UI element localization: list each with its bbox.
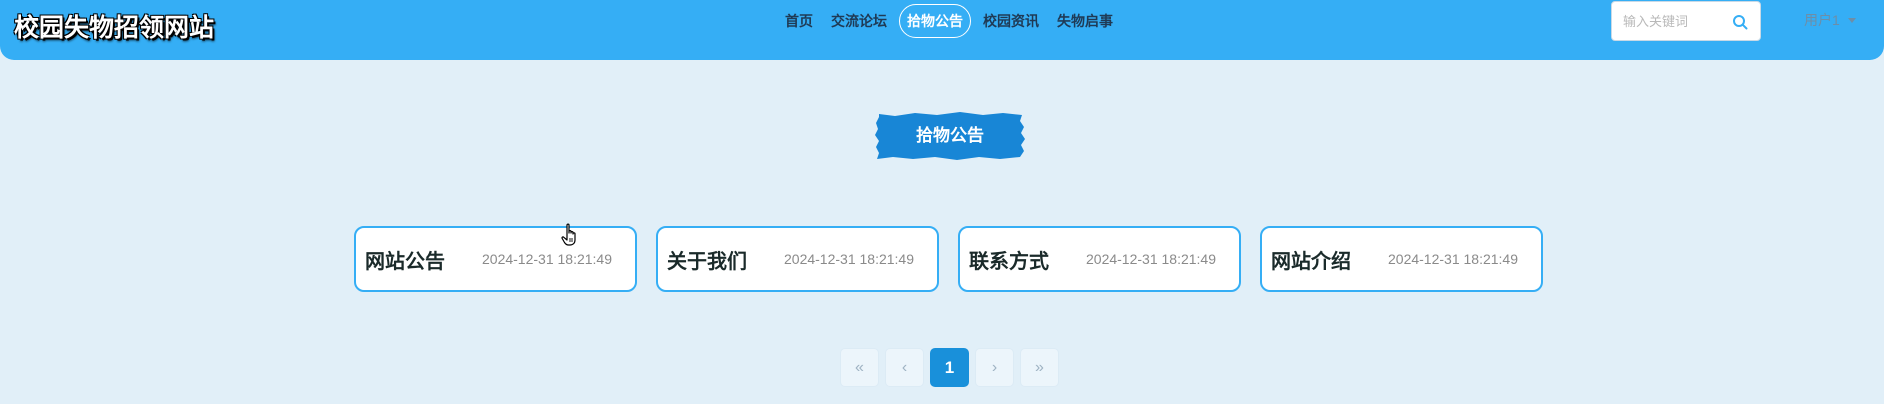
main-nav: 首页 交流论坛 拾物公告 校园资讯 失物启事 xyxy=(776,4,1122,38)
nav-item-lost-notices[interactable]: 失物启事 xyxy=(1048,4,1122,38)
search-box xyxy=(1611,1,1761,41)
next-page-button[interactable]: › xyxy=(975,348,1014,387)
nav-item-home[interactable]: 首页 xyxy=(776,4,822,38)
header: 校园失物招领网站 首页 交流论坛 拾物公告 校园资讯 失物启事 用户1 xyxy=(0,0,1884,60)
notice-time: 2024-12-31 18:21:49 xyxy=(482,251,612,267)
pagination: « ‹ 1 › » xyxy=(840,348,1065,387)
caret-down-icon xyxy=(1847,17,1856,23)
notice-list: 网站公告 2024-12-31 18:21:49 关于我们 2024-12-31… xyxy=(354,226,1562,292)
notice-card[interactable]: 网站公告 2024-12-31 18:21:49 xyxy=(354,226,637,292)
notice-title: 关于我们 xyxy=(667,250,747,273)
section-banner: 拾物公告 xyxy=(875,111,1025,161)
notice-title: 联系方式 xyxy=(969,250,1049,273)
prev-page-button[interactable]: ‹ xyxy=(885,348,924,387)
notice-time: 2024-12-31 18:21:49 xyxy=(784,251,914,267)
site-title[interactable]: 校园失物招领网站 xyxy=(14,8,214,44)
search-icon[interactable] xyxy=(1732,14,1748,30)
nav-item-campus-news[interactable]: 校园资讯 xyxy=(974,4,1048,38)
search-input[interactable] xyxy=(1621,12,1733,30)
notice-time: 2024-12-31 18:21:49 xyxy=(1388,251,1518,267)
user-name: 用户1 xyxy=(1804,12,1840,28)
nav-item-forum[interactable]: 交流论坛 xyxy=(822,4,896,38)
page-number-button[interactable]: 1 xyxy=(930,348,969,387)
hand-cursor-icon xyxy=(561,223,576,246)
first-page-button[interactable]: « xyxy=(840,348,879,387)
notice-card[interactable]: 网站介绍 2024-12-31 18:21:49 xyxy=(1260,226,1543,292)
notice-card[interactable]: 关于我们 2024-12-31 18:21:49 xyxy=(656,226,939,292)
notice-title: 网站介绍 xyxy=(1271,250,1351,273)
user-menu[interactable]: 用户1 xyxy=(1804,10,1856,30)
last-page-button[interactable]: » xyxy=(1020,348,1059,387)
notice-card[interactable]: 联系方式 2024-12-31 18:21:49 xyxy=(958,226,1241,292)
section-title: 拾物公告 xyxy=(916,126,984,145)
notice-title: 网站公告 xyxy=(365,250,445,273)
nav-item-found-notices[interactable]: 拾物公告 xyxy=(899,4,971,38)
notice-time: 2024-12-31 18:21:49 xyxy=(1086,251,1216,267)
